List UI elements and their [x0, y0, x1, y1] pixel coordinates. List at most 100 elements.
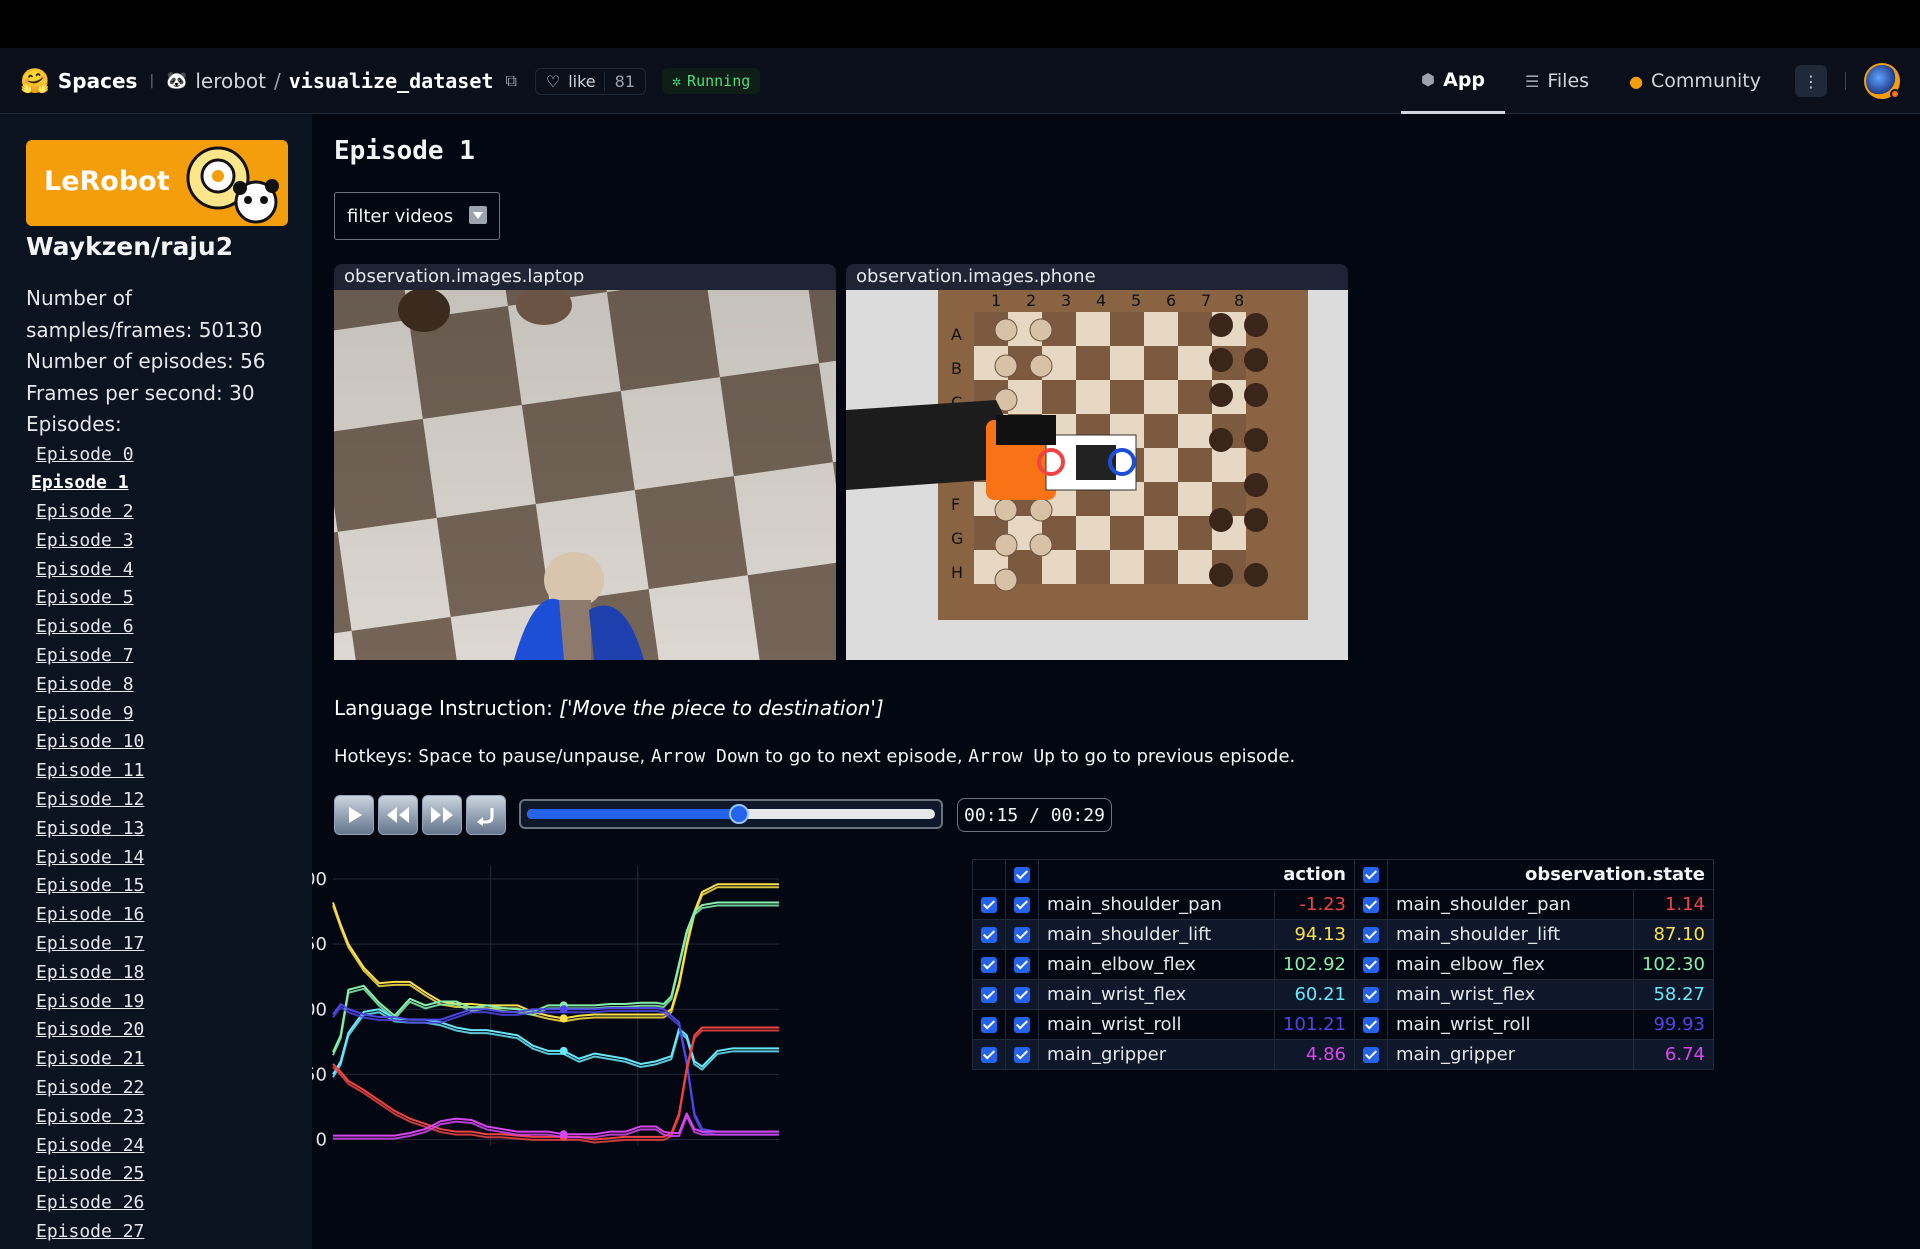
fast-forward-button[interactable] [422, 795, 462, 835]
sidebar-item-episode[interactable]: Episode 14 [26, 844, 312, 873]
sidebar-item-episode[interactable]: Episode 17 [26, 930, 312, 959]
row-checkbox[interactable] [972, 949, 1006, 980]
sidebar-item-episode[interactable]: Episode 5 [26, 584, 312, 613]
hugging-face-logo-icon[interactable]: 🤗 [20, 67, 50, 95]
row-checkbox[interactable] [972, 889, 1006, 920]
state-checkbox[interactable] [1353, 889, 1388, 920]
copy-icon[interactable]: ⧉ [505, 71, 516, 91]
action-signal-name: main_shoulder_lift [1038, 919, 1275, 950]
sidebar-item-episode[interactable]: Episode 15 [26, 872, 312, 901]
sidebar-item-episode[interactable]: Episode 16 [26, 901, 312, 930]
video-phone-label: observation.images.phone [856, 266, 1096, 287]
sidebar-item-episode[interactable]: Episode 24 [26, 1132, 312, 1161]
action-checkbox[interactable] [1005, 1039, 1039, 1070]
dropdown-arrow-icon [469, 206, 487, 224]
row-checkbox[interactable] [972, 1009, 1006, 1040]
more-options-icon[interactable]: ⋮ [1795, 65, 1827, 97]
sidebar-item-episode[interactable]: Episode 22 [26, 1074, 312, 1103]
rewind-button[interactable] [378, 795, 418, 835]
checkbox-icon [1362, 867, 1379, 883]
signals-line-chart[interactable]: 0 50 100 150 200 [312, 866, 962, 1249]
lerobot-logo: LeRobot [26, 140, 288, 226]
play-button[interactable] [334, 795, 374, 835]
sidebar-item-episode[interactable]: Episode 9 [26, 700, 312, 729]
hotkey-arrow-down-desc: to go to next episode, [765, 746, 963, 767]
state-select-all[interactable] [1353, 859, 1388, 890]
row-checkbox[interactable] [972, 919, 1006, 950]
sidebar-item-episode[interactable]: Episode 11 [26, 757, 312, 786]
like-button[interactable]: ♡ like 81 [534, 67, 647, 95]
video-phone[interactable]: observation.images.phone 12345678 ABCFGH [846, 264, 1348, 660]
action-checkbox[interactable] [1005, 949, 1039, 980]
table-row: main_shoulder_lift 94.13 main_shoulder_lif… [972, 919, 1714, 950]
sidebar-item-episode[interactable]: Episode 25 [26, 1160, 312, 1189]
series-line-1-state [332, 904, 779, 1056]
sidebar-item-episode[interactable]: Episode 12 [26, 786, 312, 815]
sidebar-item-episode[interactable]: Episode 18 [26, 959, 312, 988]
tab-community[interactable]: ● Community [1609, 48, 1781, 114]
dataset-name: Waykzen/raju2 [26, 232, 234, 261]
phone-camera-frame: 12345678 ABCFGH [846, 290, 1348, 660]
sidebar-item-episode[interactable]: Episode 2 [26, 498, 312, 527]
action-checkbox[interactable] [1005, 919, 1039, 950]
checkbox-icon [981, 927, 997, 943]
sidebar-item-episode[interactable]: Episode 26 [26, 1189, 312, 1218]
state-checkbox[interactable] [1353, 1009, 1388, 1040]
fps-info: Frames per second: 30 [26, 380, 255, 405]
sidebar-item-episode[interactable]: Episode 13 [26, 815, 312, 844]
like-label: like [568, 71, 596, 91]
restart-button[interactable] [466, 795, 506, 835]
sidebar-item-episode[interactable]: Episode 27 [26, 1218, 312, 1247]
restart-icon [477, 808, 494, 826]
sidebar-item-episode[interactable]: Episode 21 [26, 1045, 312, 1074]
sidebar-item-episode[interactable]: Episode 20 [26, 1016, 312, 1045]
lerobot-mascot-icon [186, 146, 279, 224]
filter-videos-dropdown[interactable]: filter videos [334, 192, 500, 240]
row-checkbox[interactable] [972, 979, 1006, 1010]
tab-files-label: Files [1547, 70, 1590, 92]
language-instruction: Language Instruction: ['Move the piece t… [334, 696, 884, 720]
laptop-camera-frame [334, 290, 836, 660]
sidebar-item-episode[interactable]: Episode 8 [26, 671, 312, 700]
sidebar-item-episode[interactable]: Episode 7 [26, 642, 312, 671]
sidebar-item-episode[interactable]: Episode 3 [26, 527, 312, 556]
state-checkbox[interactable] [1353, 979, 1388, 1010]
progress-slider[interactable] [519, 799, 943, 829]
tab-files[interactable]: ☰ Files [1505, 48, 1609, 114]
svg-text:G: G [951, 529, 963, 548]
series-marker-3 [559, 1005, 568, 1014]
row-checkbox[interactable] [972, 1039, 1006, 1070]
state-checkbox[interactable] [1353, 919, 1388, 950]
org-link[interactable]: lerobot [195, 69, 266, 93]
repo-link[interactable]: visualize_dataset [289, 69, 494, 93]
action-checkbox[interactable] [1005, 889, 1039, 920]
sidebar-item-episode[interactable]: Episode 6 [26, 613, 312, 642]
sidebar-item-episode[interactable]: Episode 23 [26, 1103, 312, 1132]
episodes-heading: Episodes: [26, 412, 122, 436]
sidebar-item-episode[interactable]: Episode 1 [26, 469, 312, 498]
state-checkbox[interactable] [1353, 1039, 1388, 1070]
dataset-info: Number of samples/frames: 50130 Number o… [26, 283, 286, 441]
hotkey-space-desc: to pause/unpause, [478, 746, 646, 767]
action-checkbox[interactable] [1005, 979, 1039, 1010]
y-tick-label: 0 [316, 1129, 327, 1150]
action-signal-name: main_elbow_flex [1038, 949, 1275, 980]
spaces-link[interactable]: Spaces [58, 69, 138, 93]
sidebar-item-episode[interactable]: Episode 10 [26, 728, 312, 757]
sidebar-item-episode[interactable]: Episode 19 [26, 988, 312, 1017]
play-icon [349, 807, 362, 823]
svg-text:B: B [951, 359, 962, 378]
checkbox-icon [981, 957, 997, 973]
user-avatar[interactable] [1864, 63, 1900, 99]
action-value: 60.21 [1274, 979, 1355, 1010]
action-checkbox[interactable] [1005, 1009, 1039, 1040]
state-checkbox[interactable] [1353, 949, 1388, 980]
sidebar-item-episode[interactable]: Episode 4 [26, 556, 312, 585]
video-laptop[interactable]: observation.images.laptop [334, 264, 836, 660]
tab-app[interactable]: ⬢ App [1401, 48, 1506, 114]
sidebar-item-episode[interactable]: Episode 0 [26, 441, 312, 470]
action-select-all[interactable] [1005, 859, 1039, 890]
hotkeys-help: Hotkeys: Space to pause/unpause, Arrow D… [334, 746, 1295, 767]
slider-thumb[interactable] [729, 804, 750, 824]
org-avatar-icon: 🐼 [166, 71, 188, 91]
